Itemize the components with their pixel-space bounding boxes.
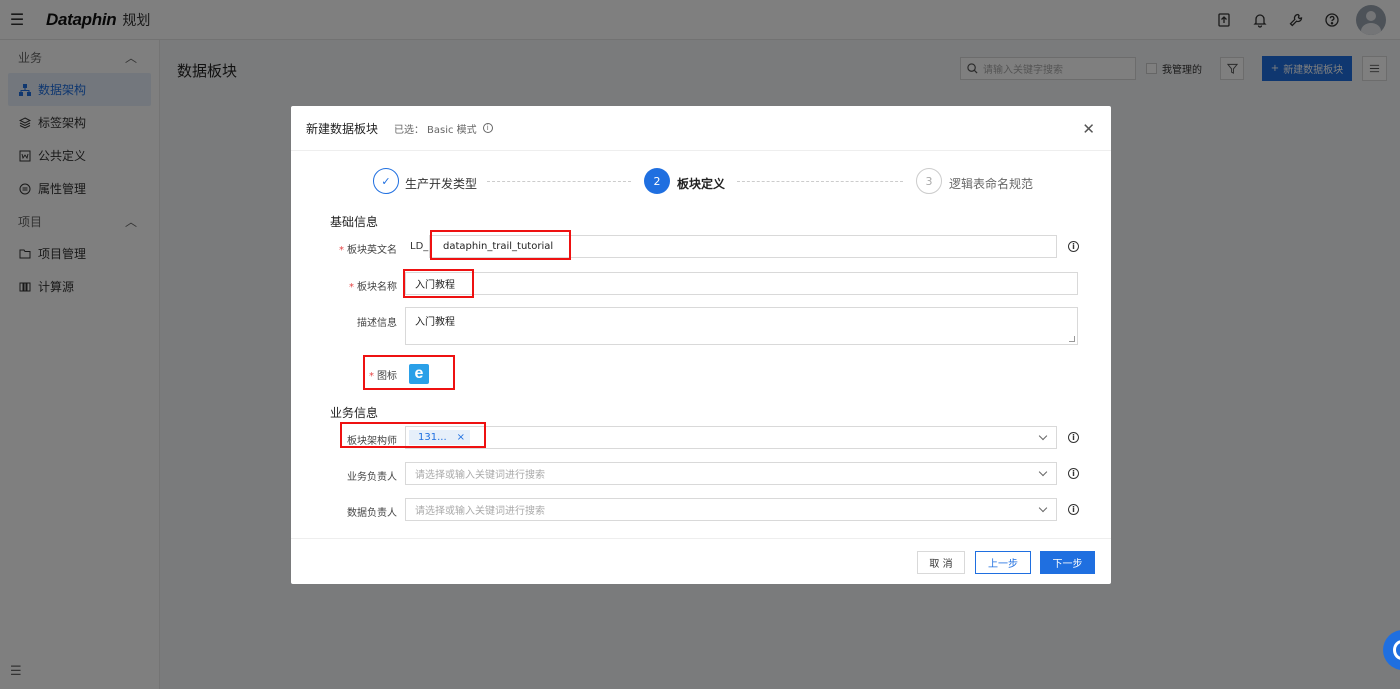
english-name-prefix: LD_ xyxy=(410,241,429,252)
highlight-architect xyxy=(340,422,486,448)
selected-mode: 已选： Basic 模式 i xyxy=(394,121,493,136)
highlight-block-name xyxy=(403,269,474,298)
description-textarea[interactable]: 入门教程 xyxy=(405,307,1078,345)
data-owner-select[interactable]: 请选择或输入关键词进行搜索 xyxy=(405,498,1057,521)
selected-value: Basic 模式 xyxy=(427,124,477,136)
chevron-down-icon[interactable] xyxy=(1038,503,1048,513)
wizard-steps: ✓ 生产开发类型 2 板块定义 3 逻辑表命名规范 xyxy=(291,168,1111,196)
step-1-label: 生产开发类型 xyxy=(405,177,478,191)
description-value: 入门教程 xyxy=(415,317,455,328)
info-icon[interactable]: i xyxy=(1068,468,1079,479)
info-icon[interactable]: i xyxy=(1068,241,1079,252)
name-label: * 板块名称 xyxy=(349,282,397,293)
dialog-title: 新建数据板块 xyxy=(306,121,379,136)
english-name-label: * 板块英文名 xyxy=(339,245,397,256)
step-2-circle: 2 xyxy=(644,168,670,194)
step-3-label: 逻辑表命名规范 xyxy=(949,177,1034,191)
close-icon[interactable]: ✕ xyxy=(1082,120,1095,138)
step-connector xyxy=(487,181,631,182)
block-name-input[interactable]: 入门教程 xyxy=(405,272,1078,295)
data-owner-placeholder: 请选择或输入关键词进行搜索 xyxy=(415,506,545,517)
info-icon[interactable]: i xyxy=(1068,432,1079,443)
step-connector xyxy=(737,181,903,182)
architect-select[interactable] xyxy=(405,426,1057,449)
business-owner-label: 业务负责人 xyxy=(347,472,397,483)
step-3-circle: 3 xyxy=(916,168,942,194)
english-name-label-text: 板块英文名 xyxy=(347,245,397,256)
basic-info-section-title: 基础信息 xyxy=(330,215,379,229)
highlight-english-name xyxy=(430,230,571,260)
cancel-button[interactable]: 取 消 xyxy=(917,551,965,574)
selected-label: 已选： xyxy=(394,124,425,136)
next-step-button[interactable]: 下一步 xyxy=(1040,551,1095,574)
resize-handle[interactable] xyxy=(1069,336,1075,342)
business-owner-select[interactable]: 请选择或输入关键词进行搜索 xyxy=(405,462,1057,485)
chevron-down-icon[interactable] xyxy=(1038,467,1048,477)
highlight-icon xyxy=(363,355,455,390)
previous-step-button[interactable]: 上一步 xyxy=(975,551,1031,574)
description-label: 描述信息 xyxy=(357,318,397,329)
name-label-text: 板块名称 xyxy=(357,282,397,293)
dialog-header: 新建数据板块 已选： Basic 模式 i ✕ xyxy=(291,106,1111,151)
info-icon[interactable]: i xyxy=(1068,504,1079,515)
info-icon[interactable]: i xyxy=(482,123,493,133)
new-data-block-dialog: 新建数据板块 已选： Basic 模式 i ✕ ✓ 生产开发类型 2 板块定义 … xyxy=(291,106,1111,584)
step-done-check-icon: ✓ xyxy=(373,168,399,194)
business-info-section-title: 业务信息 xyxy=(330,406,379,420)
business-owner-placeholder: 请选择或输入关键词进行搜索 xyxy=(415,470,545,481)
chevron-down-icon[interactable] xyxy=(1038,431,1048,441)
step-2-label: 板块定义 xyxy=(677,177,726,191)
dialog-footer: 取 消 上一步 下一步 xyxy=(291,538,1111,584)
data-owner-label: 数据负责人 xyxy=(347,508,397,519)
